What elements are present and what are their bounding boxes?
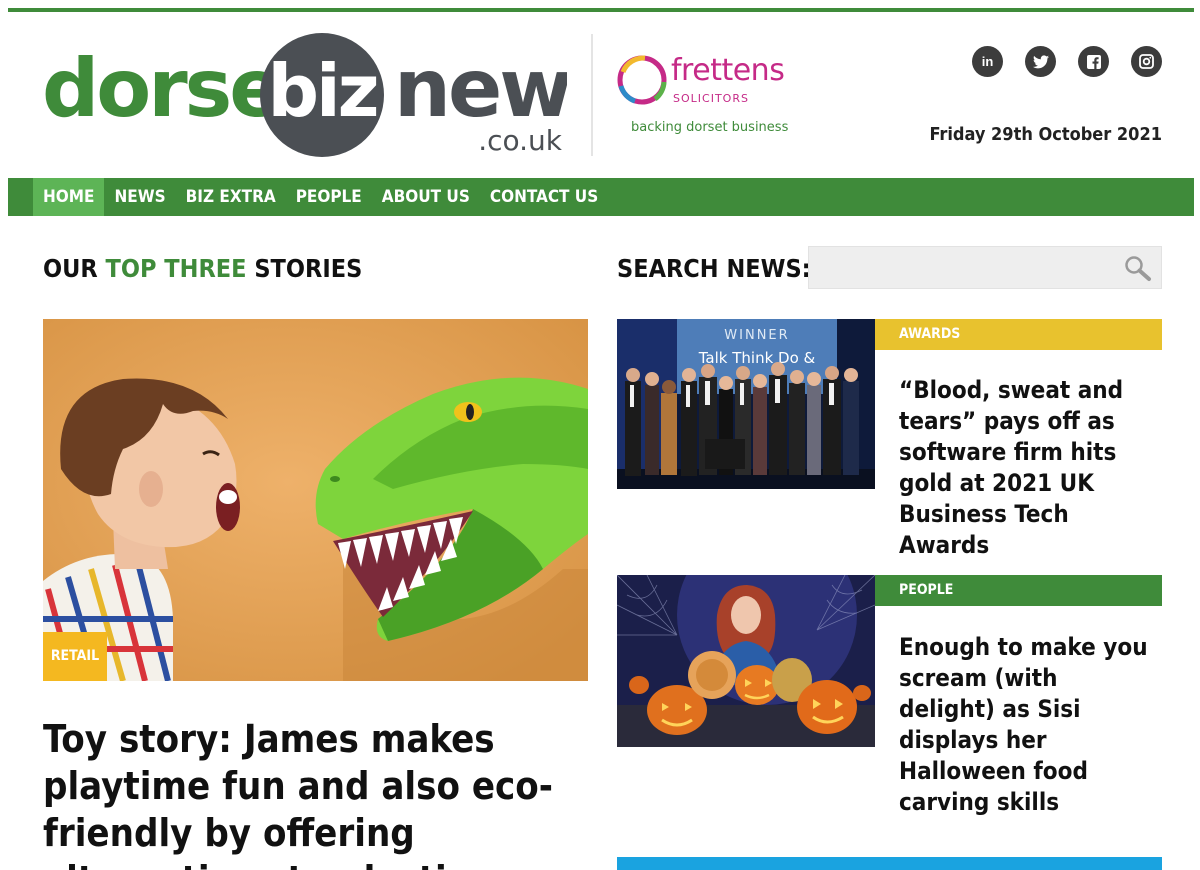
sponsor-tagline: backing dorset business [631,120,789,135]
facebook-icon[interactable] [1078,46,1109,77]
lead-story-image[interactable] [43,319,588,681]
sponsor-ring-icon [617,55,667,105]
side-story-category-badge-people[interactable]: PEOPLE [875,575,1162,606]
site-logo[interactable]: dorset biz news .co.uk [42,32,618,160]
sponsor-logo[interactable]: frettens SOLICITORS backing dorset busin… [615,50,815,140]
side-story-image-halloween[interactable] [617,575,875,747]
linkedin-icon[interactable]: in [972,46,1003,77]
nav-item-about-us[interactable]: ABOUT US [372,178,480,216]
instagram-icon[interactable] [1131,46,1162,77]
logo-text-biz: biz [267,49,376,133]
section-divider-bar [617,857,1162,870]
nav-item-home[interactable]: HOME [33,178,105,216]
logo-text-suffix: .co.uk [478,124,563,157]
lead-story-category-badge[interactable]: RETAIL [43,632,107,681]
search-icon[interactable] [1123,254,1153,282]
main-nav: HOME NEWS BIZ EXTRA PEOPLE ABOUT US CONT… [8,178,1194,216]
side-story-title-awards[interactable]: “Blood, sweat and tears” pays off as sof… [899,375,1149,561]
twitter-icon[interactable] [1025,46,1056,77]
search-news-heading: SEARCH NEWS: [617,254,811,283]
top-stories-heading: OUR TOP THREE STORIES [43,254,362,283]
nav-item-people[interactable]: PEOPLE [286,178,372,216]
header-divider [591,34,593,156]
sponsor-subtitle: SOLICITORS [673,92,749,105]
top-stories-heading-prefix: OUR [43,254,106,283]
search-input[interactable] [809,247,1161,288]
logo-text-news: news [394,42,567,135]
social-links: in [972,46,1162,77]
nav-item-contact-us[interactable]: CONTACT US [480,178,608,216]
awards-screen-winner: WINNER [724,328,789,343]
side-story-image-awards[interactable]: WINNER Talk Think Do & [617,319,875,489]
lead-story-title[interactable]: Toy story: James makes playtime fun and … [43,716,588,870]
header-date: Friday 29th October 2021 [929,124,1162,145]
side-story-title-halloween[interactable]: Enough to make you scream (with delight)… [899,632,1149,818]
side-story-category-badge-awards[interactable]: AWARDS [875,319,1162,350]
awards-screen-company: Talk Think Do & [698,349,816,367]
top-stories-heading-accent: TOP THREE [105,254,247,283]
nav-item-news[interactable]: NEWS [104,178,175,216]
nav-item-biz-extra[interactable]: BIZ EXTRA [176,178,286,216]
top-stories-heading-suffix: STORIES [246,254,363,283]
search-box [808,246,1162,289]
top-rule [8,8,1194,12]
sponsor-name: frettens [671,53,785,88]
